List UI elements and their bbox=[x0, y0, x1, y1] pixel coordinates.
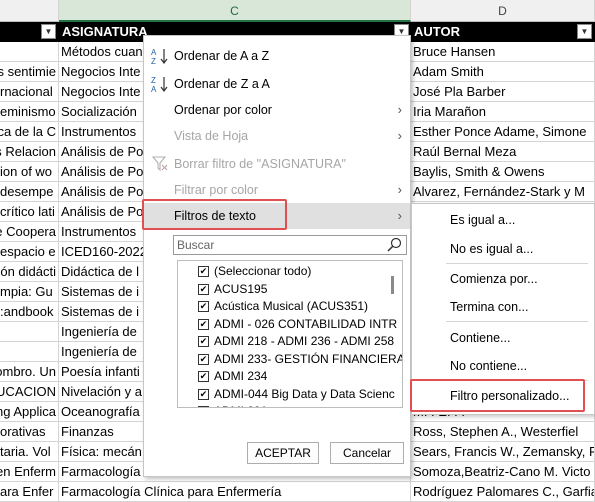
cell-a[interactable]: desempe bbox=[0, 182, 59, 202]
filter-value-label: ADMI 233- GESTIÓN FINANCIERA bbox=[214, 351, 403, 366]
filter-values-list[interactable]: ✔ (Seleccionar todo) ✔ ACUS195 ✔ Acústica Mus… bbox=[177, 260, 403, 408]
menu-sort-by-color[interactable]: Ordenar por color › bbox=[144, 97, 410, 123]
cell-a[interactable]: orativas bbox=[0, 422, 59, 442]
filter-value-label: ACUS195 bbox=[214, 281, 268, 296]
filter-dropdown-autor[interactable]: ▼ bbox=[577, 24, 592, 39]
submenu-ends-with[interactable]: Termina con... bbox=[450, 300, 529, 314]
checkbox-checked-icon[interactable]: ✔ bbox=[198, 371, 209, 382]
cell-a[interactable]: ion of wo bbox=[0, 162, 59, 182]
cell-autor[interactable]: Raúl Bernal Meza bbox=[411, 142, 595, 162]
search-icon bbox=[387, 237, 403, 258]
cell-autor[interactable]: Bruce Hansen bbox=[411, 42, 595, 62]
filter-value-label: ADMI 218 - ADMI 236 - ADMI 258 bbox=[214, 334, 395, 348]
menu-sort-az[interactable]: AZ Ordenar de A a Z bbox=[144, 43, 410, 69]
menu-sort-za-label: Ordenar de Z a A bbox=[174, 77, 270, 91]
cell-a[interactable]: espacio e bbox=[0, 242, 59, 262]
cell-autor[interactable]: Somoza,Beatriz-Cano M. Victo bbox=[411, 462, 595, 482]
column-header-c[interactable]: C bbox=[59, 0, 411, 22]
checkbox-checked-icon[interactable]: ✔ bbox=[198, 353, 209, 365]
submenu-divider bbox=[446, 263, 588, 264]
column-header-a[interactable] bbox=[0, 0, 59, 22]
submenu-divider bbox=[446, 321, 588, 322]
cell-autor[interactable]: Iria Marañon bbox=[411, 102, 595, 122]
svg-text:A: A bbox=[151, 48, 157, 57]
ok-button[interactable]: ACEPTAR bbox=[247, 442, 319, 464]
cell-autor[interactable]: Baylis, Smith & Owens bbox=[411, 162, 595, 182]
filter-value-label: ADMI 234 bbox=[214, 369, 268, 383]
cell-autor[interactable]: Sears, Francis W., Zemansky, F bbox=[411, 442, 595, 462]
cell-asignatura[interactable]: Farmacología Clínica para Enfermería bbox=[59, 482, 411, 502]
chevron-right-icon: › bbox=[397, 182, 402, 197]
menu-sort-za[interactable]: ZA Ordenar de Z a A bbox=[144, 71, 410, 97]
chevron-right-icon: › bbox=[397, 102, 402, 117]
column-header-d[interactable]: D bbox=[411, 0, 595, 22]
cell-a[interactable]: eminismo bbox=[0, 102, 59, 122]
cell-a[interactable]: s Relacion bbox=[0, 142, 59, 162]
cell-a[interactable]: crítico lati bbox=[0, 202, 59, 222]
cell-autor[interactable]: Alvarez, Fernández-Stark y M bbox=[411, 182, 595, 202]
menu-sheet-view-label: Vista de Hoja bbox=[174, 129, 249, 143]
filter-value-label: Acústica Musical (ACUS351) bbox=[214, 299, 369, 313]
cell-a[interactable] bbox=[0, 322, 59, 342]
filter-menu: AZ Ordenar de A a Z ZA Ordenar de Z a A … bbox=[143, 35, 411, 477]
cell-a[interactable]: andbook: bbox=[0, 302, 59, 322]
submenu-begins-with[interactable]: Comienza por... bbox=[450, 272, 538, 286]
checkbox-checked-icon[interactable]: ✔ bbox=[198, 318, 209, 330]
header-cell-autor[interactable]: AUTOR bbox=[411, 22, 595, 42]
list-scrollbar[interactable] bbox=[391, 276, 394, 294]
checkbox-checked-icon[interactable]: ✔ bbox=[198, 388, 209, 400]
cell-autor[interactable]: Rodríguez Palomares C., Garfia bbox=[411, 482, 595, 502]
cell-a[interactable] bbox=[0, 342, 59, 362]
submenu-contains[interactable]: Contiene... bbox=[450, 331, 510, 345]
filter-value-label: ADMI 291 bbox=[214, 403, 267, 407]
cell-a[interactable]: taria. Vol bbox=[0, 442, 59, 462]
search-placeholder: Buscar bbox=[177, 238, 215, 252]
cancel-button[interactable]: Cancelar bbox=[330, 442, 404, 464]
highlight-text-filters bbox=[142, 199, 287, 230]
filter-value-label: ADMI - 026 CONTABILIDAD INTR bbox=[214, 316, 398, 331]
cell-autor[interactable]: Esther Ponce Adame, Simone bbox=[411, 122, 595, 142]
menu-sheet-view: Vista de Hoja › bbox=[144, 123, 410, 149]
chevron-right-icon: › bbox=[397, 208, 402, 223]
submenu-equals[interactable]: Es igual a... bbox=[450, 213, 515, 227]
cell-autor[interactable]: Ross, Stephen A., Westerfiel bbox=[411, 422, 595, 442]
checkbox-checked-icon[interactable]: ✔ bbox=[198, 283, 209, 295]
checkbox-checked-icon[interactable]: ✔ bbox=[198, 301, 209, 312]
highlight-custom-filter bbox=[410, 379, 585, 412]
cell-autor[interactable]: José Pla Barber bbox=[411, 82, 595, 102]
checkbox-checked-icon[interactable]: ✔ bbox=[198, 266, 209, 277]
menu-clear-filter: Borrar filtro de "ASIGNATURA" bbox=[144, 151, 410, 177]
cell-a[interactable]: e Coopera bbox=[0, 222, 59, 242]
cell-a[interactable]: ara Enfer bbox=[0, 482, 59, 502]
cell-a[interactable]: rnacional bbox=[0, 82, 59, 102]
cell-a[interactable]: UCACION bbox=[0, 382, 59, 402]
submenu-not-equals[interactable]: No es igual a... bbox=[450, 242, 533, 256]
filter-search-input[interactable]: Buscar bbox=[173, 235, 407, 255]
menu-sort-by-color-label: Ordenar por color bbox=[174, 103, 272, 117]
cell-a[interactable]: ombro. Un bbox=[0, 362, 59, 382]
submenu-not-contains[interactable]: No contiene... bbox=[450, 359, 527, 373]
checkbox-checked-icon[interactable]: ✔ bbox=[198, 336, 209, 347]
cell-a[interactable]: en Enferm bbox=[0, 462, 59, 482]
menu-clear-filter-label: Borrar filtro de "ASIGNATURA" bbox=[174, 157, 346, 171]
cell-autor[interactable]: Adam Smith bbox=[411, 62, 595, 82]
chevron-right-icon: › bbox=[397, 128, 402, 143]
filter-value-label: (Seleccionar todo) bbox=[214, 264, 312, 278]
checkbox-checked-icon[interactable]: ✔ bbox=[198, 406, 209, 407]
cell-a[interactable] bbox=[0, 42, 59, 62]
cell-a[interactable]: ca de la C bbox=[0, 122, 59, 142]
svg-text:Z: Z bbox=[151, 76, 156, 85]
svg-text:A: A bbox=[151, 85, 157, 93]
cell-a[interactable]: s sentimie bbox=[0, 62, 59, 82]
filter-value-label: ADMI-044 Big Data y Data Scienc bbox=[214, 386, 395, 401]
clear-filter-icon bbox=[151, 155, 169, 173]
svg-text:Z: Z bbox=[151, 57, 156, 65]
sort-az-icon: AZ bbox=[151, 47, 169, 66]
cell-a[interactable]: mpia: Gu bbox=[0, 282, 59, 302]
filter-dropdown-a[interactable]: ▼ bbox=[41, 24, 56, 39]
cell-a[interactable]: ión didácti bbox=[0, 262, 59, 282]
sort-za-icon: ZA bbox=[151, 75, 169, 94]
cell-a[interactable]: ng Applica bbox=[0, 402, 59, 422]
menu-sort-az-label: Ordenar de A a Z bbox=[174, 49, 270, 63]
